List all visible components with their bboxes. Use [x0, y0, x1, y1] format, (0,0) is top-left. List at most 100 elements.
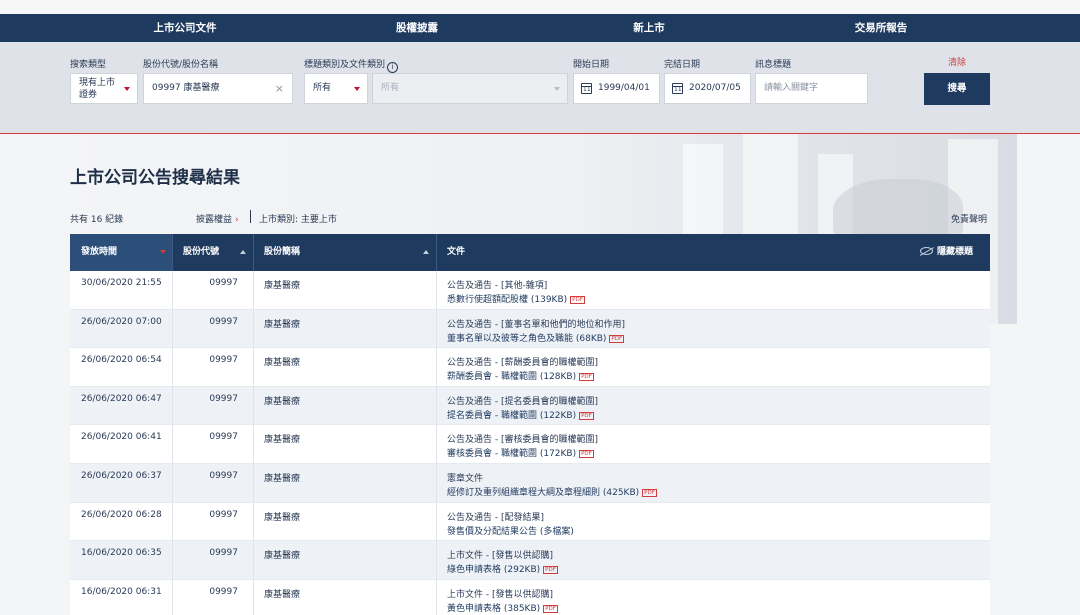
- hide-headline-toggle[interactable]: 隱藏標題: [937, 234, 973, 271]
- doc-link[interactable]: 提名委員會 - 職權範圍 (122KB) PDF: [447, 408, 594, 421]
- search-button[interactable]: 搜尋: [924, 73, 990, 105]
- nav-exchange-reports[interactable]: 交易所報告: [855, 14, 908, 42]
- divider: [436, 348, 437, 387]
- disclosure-link[interactable]: 披露權益 ›: [196, 212, 239, 225]
- doc-title: 提名委員會 - 職權範圍 (122KB): [447, 410, 577, 421]
- doc-title: 董事名單以及彼等之角色及職能 (68KB): [447, 333, 607, 344]
- start-date-label: 開始日期: [573, 60, 610, 70]
- search-type-select[interactable]: 現有上市證券: [70, 73, 138, 104]
- nav-disclosure-of-interests[interactable]: 股權披露: [396, 14, 438, 42]
- table-row: 26/06/2020 06:41 09997 康基醫療 公告及通告 - [審核委員會的…: [70, 425, 990, 464]
- header-name[interactable]: 股份簡稱: [264, 234, 436, 271]
- doc-link[interactable]: 審核委員會 - 職權範圍 (172KB) PDF: [447, 446, 594, 459]
- stock-name: 康基醫療: [264, 589, 301, 600]
- doc-type: 上市文件 - [發售以供認購]: [447, 589, 553, 600]
- chevron-down-icon: [124, 87, 130, 91]
- divider: [253, 463, 254, 503]
- doc-type: 上市文件 - [發售以供認購]: [447, 551, 553, 562]
- doc-link[interactable]: 悉數行使超額配股權 (139KB) PDF: [447, 292, 585, 305]
- table-row: 26/06/2020 06:37 09997 康基醫療 憲章文件 經修訂及重列組織章程大…: [70, 463, 990, 503]
- stock-name: 康基醫療: [264, 396, 301, 407]
- chevron-down-icon: [554, 87, 560, 91]
- pdf-icon: PDF: [570, 296, 585, 304]
- sort-asc-icon: [240, 250, 246, 254]
- stock-name: 康基醫療: [264, 319, 301, 330]
- doc-link[interactable]: 經修訂及重列組織章程大綱及章程細則 (425KB) PDF: [447, 485, 657, 498]
- headline-placeholder: 請輸入關鍵字: [764, 83, 819, 93]
- stock-code: 09997: [209, 432, 238, 443]
- pdf-icon: PDF: [642, 488, 657, 497]
- category-select[interactable]: 所有: [304, 73, 368, 104]
- clear-link[interactable]: 清除: [948, 55, 966, 68]
- divider: [436, 463, 437, 503]
- stock-code: 09997: [209, 509, 238, 520]
- doc-type: 公告及通告 - [配發結果]: [447, 512, 544, 523]
- pdf-icon: PDF: [579, 411, 594, 420]
- divider: [253, 502, 254, 542]
- stock-code: 09997: [209, 393, 238, 404]
- end-date-value: 2020/07/05: [689, 83, 741, 93]
- table-row: 26/06/2020 07:00 09997 康基醫療 公告及通告 - [董事名單和他…: [70, 309, 990, 349]
- doc-link[interactable]: 綠色申請表格 (292KB) PDF: [447, 562, 558, 575]
- pdf-icon: PDF: [543, 604, 558, 613]
- close-icon[interactable]: ×: [275, 83, 284, 94]
- results-table: 發放時間 股份代號 股份簡稱 文件 隱藏標題 30/06/2020 21:55 0…: [70, 234, 990, 615]
- stock-name: 康基醫療: [264, 281, 301, 291]
- sort-asc-icon: [423, 250, 429, 254]
- divider: [172, 386, 173, 426]
- divider: [253, 271, 254, 310]
- top-strip: [0, 0, 1080, 14]
- table-body: 30/06/2020 21:55 09997 康基醫療 公告及通告 - [其他-雜項]…: [70, 271, 990, 615]
- doc-title: 審核委員會 - 職權範圍 (172KB): [447, 449, 577, 460]
- info-icon[interactable]: i: [387, 62, 399, 73]
- end-date-label: 完結日期: [664, 60, 701, 70]
- calendar-icon: [672, 83, 683, 94]
- doc-link[interactable]: 黃色申請表格 (385KB) PDF: [447, 601, 558, 614]
- stock-code: 09997: [209, 470, 238, 481]
- divider: [253, 234, 254, 271]
- table-row: 26/06/2020 06:47 09997 康基醫療 公告及通告 - [提名委員會的…: [70, 386, 990, 426]
- divider: [436, 234, 437, 271]
- divider: [253, 309, 254, 349]
- divider: [250, 210, 251, 223]
- divider: [436, 386, 437, 426]
- doc-link[interactable]: 發售價及分配結果公告 (多檔案): [447, 524, 574, 537]
- header-time[interactable]: 發放時間: [70, 234, 172, 271]
- nav-new-listings[interactable]: 新上市: [633, 14, 665, 42]
- page-title: 上市公司公告搜尋結果: [70, 168, 240, 188]
- start-date-input[interactable]: 1999/04/01: [573, 73, 660, 104]
- end-date-input[interactable]: 2020/07/05: [664, 73, 751, 104]
- nav-listed-company-docs[interactable]: 上市公司文件: [154, 14, 217, 42]
- divider: [436, 579, 437, 615]
- divider: [436, 309, 437, 349]
- doc-title: 綠色申請表格 (292KB): [447, 565, 541, 576]
- doc-title: 發售價及分配結果公告 (多檔案): [447, 526, 574, 537]
- eye-off-icon[interactable]: [920, 247, 933, 255]
- stock-name: 康基醫療: [264, 473, 301, 484]
- divider: [253, 541, 254, 580]
- divider: [172, 348, 173, 387]
- start-date-value: 1999/04/01: [598, 83, 650, 93]
- divider: [436, 541, 437, 580]
- doc-type: 公告及通告 - [審核委員會的職權範圍]: [447, 435, 598, 446]
- doc-type: 公告及通告 - [提名委員會的職權範圍]: [447, 396, 598, 407]
- search-type-label: 搜索類型: [70, 60, 107, 70]
- doc-link[interactable]: 董事名單以及彼等之角色及職能 (68KB) PDF: [447, 331, 625, 344]
- headline-input[interactable]: 請輸入關鍵字: [755, 73, 868, 104]
- table-row: 26/06/2020 06:54 09997 康基醫療 公告及通告 - [薪酬委員會的…: [70, 348, 990, 387]
- doc-title: 薪酬委員會 - 職權範圍 (128KB): [447, 372, 577, 383]
- divider: [172, 271, 173, 310]
- header-code[interactable]: 股份代號: [183, 234, 253, 271]
- pdf-icon: PDF: [579, 450, 594, 459]
- doc-type: 公告及通告 - [董事名單和他們的地位和作用]: [447, 319, 625, 330]
- table-row: 30/06/2020 21:55 09997 康基醫療 公告及通告 - [其他-雜項]…: [70, 271, 990, 310]
- stock-code: 09997: [209, 278, 238, 288]
- divider: [253, 579, 254, 615]
- doc-type: 公告及通告 - [其他-雜項]: [447, 281, 548, 291]
- divider: [172, 579, 173, 615]
- doc-title: 黃色申請表格 (385KB): [447, 603, 541, 614]
- calendar-icon: [581, 83, 592, 94]
- doc-link[interactable]: 薪酬委員會 - 職權範圍 (128KB) PDF: [447, 369, 594, 382]
- disclaimer-link[interactable]: 免責聲明: [951, 212, 987, 225]
- stock-input[interactable]: 09997 康基醫療 ×: [143, 73, 293, 104]
